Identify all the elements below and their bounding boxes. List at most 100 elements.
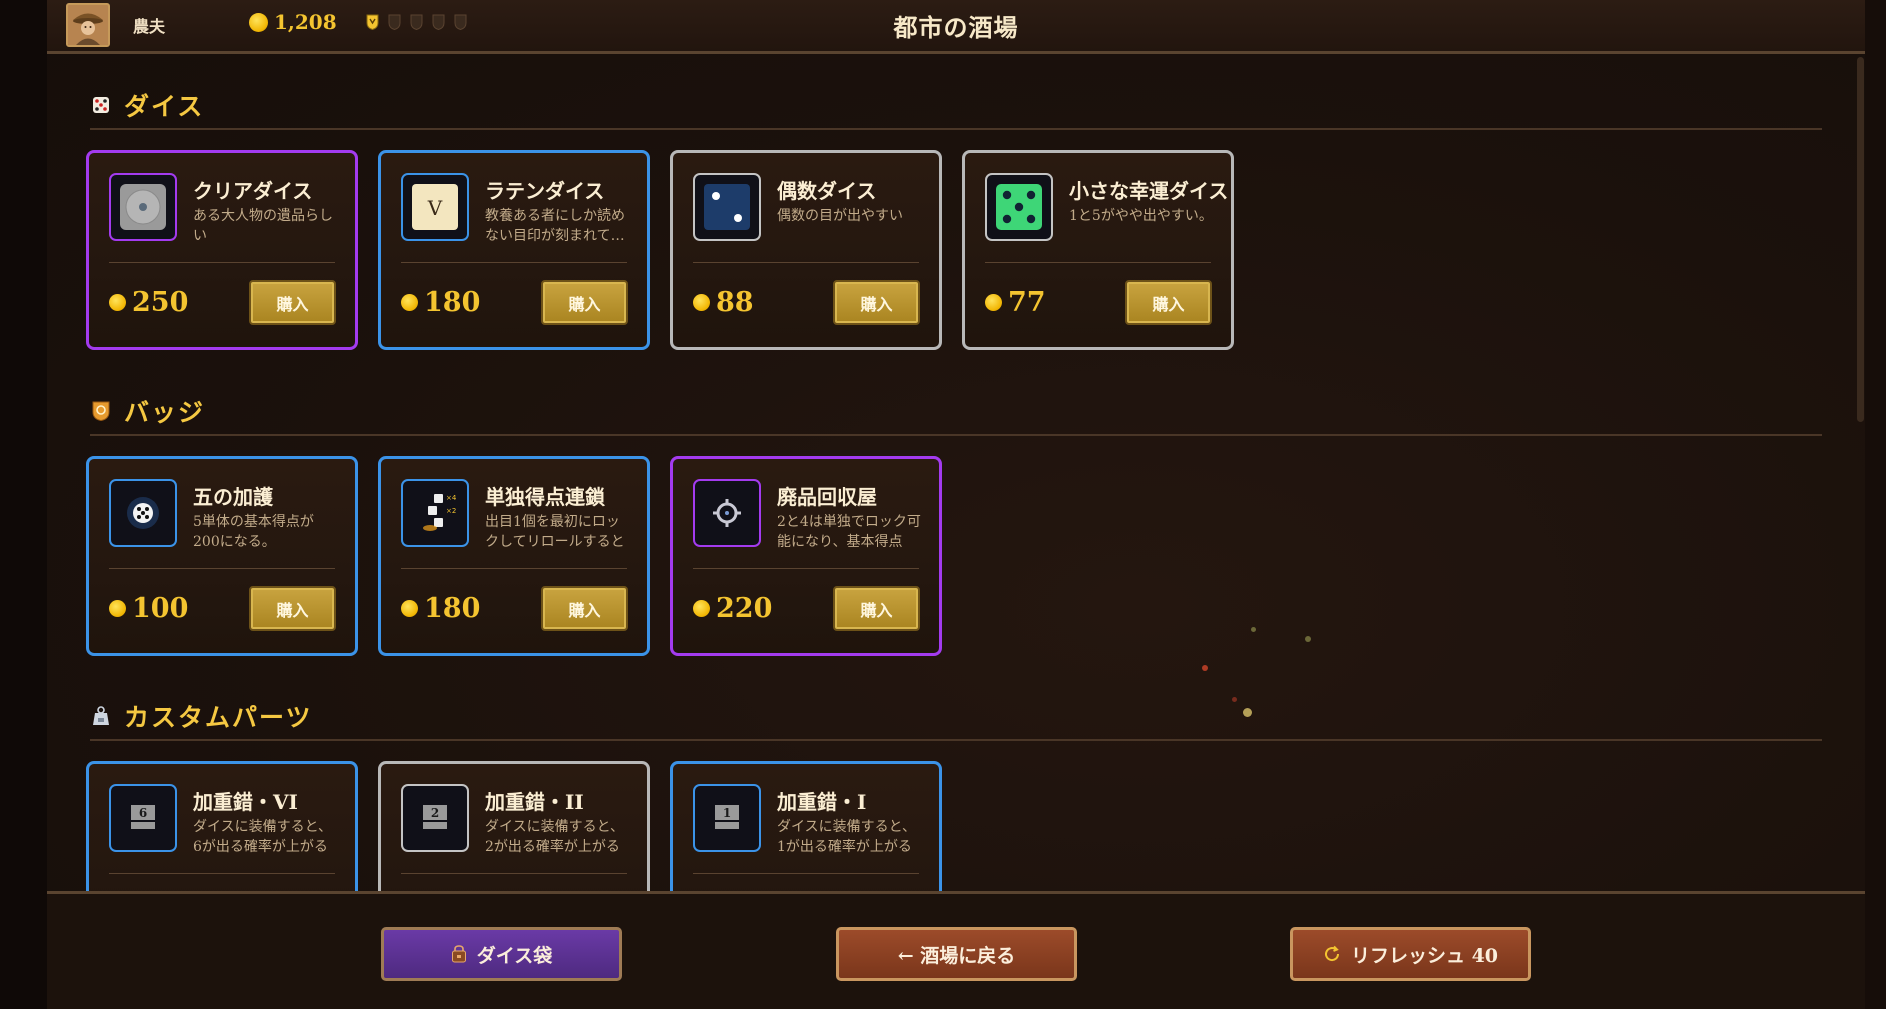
dice-bag-button[interactable]: ダイス袋 [381, 927, 622, 981]
item-name: 加重錯・VI [193, 790, 298, 814]
latin-die-icon: V [401, 173, 469, 241]
coin-icon [693, 294, 710, 311]
dice-bag-label: ダイス袋 [476, 944, 553, 967]
section-custom-parts-header: カスタムパーツ [90, 698, 313, 734]
buy-button[interactable]: 購入 [541, 280, 628, 325]
item-name: 廃品回収屋 [777, 485, 877, 509]
card-divider [109, 873, 335, 874]
shop-card-solo-chain[interactable]: ×4 ×2 単独得点連鎖 出目1個を最初にロックしてリロールすると 180 購入 [378, 456, 650, 656]
weight-2-icon: 2 [401, 784, 469, 852]
top-bar: 農夫 1,208 都市の酒場 [47, 0, 1865, 54]
item-name: ラテンダイス [485, 179, 605, 203]
card-divider [693, 873, 919, 874]
clear-die-icon [109, 173, 177, 241]
latin-glyph: V [427, 196, 443, 220]
price-value: 180 [424, 287, 481, 318]
coin-icon [693, 600, 710, 617]
tavern-shop-screen: 農夫 1,208 都市の酒場 ダイス クリアダイス ある大人物の遺品らしい 25… [47, 0, 1865, 1009]
item-description: 1と5がやや出やすい。 [1069, 208, 1213, 224]
price-value: 77 [1008, 287, 1046, 318]
weight-icon [90, 705, 112, 727]
item-price: 250 [109, 287, 188, 318]
card-divider [109, 262, 335, 263]
buy-button[interactable]: 購入 [833, 586, 920, 631]
multiplier-label: ×4 [446, 494, 457, 502]
even-die-icon [693, 173, 761, 241]
content-scrollbar[interactable] [1857, 57, 1864, 422]
page-title: 都市の酒場 [893, 13, 1019, 42]
back-to-tavern-button[interactable]: ← 酒場に戻る [836, 927, 1077, 981]
weight-6-icon: 6 [109, 784, 177, 852]
item-price: 180 [401, 287, 480, 318]
section-title: ダイス [124, 92, 205, 121]
card-divider [693, 568, 919, 569]
refresh-button[interactable]: リフレッシュ 40 [1290, 927, 1531, 981]
card-divider [401, 262, 627, 263]
shop-card-lucky-dice[interactable]: 小さな幸運ダイス 1と5がやや出やすい。 77 購入 [962, 150, 1234, 350]
card-divider [401, 873, 627, 874]
weight-number: 2 [431, 806, 439, 820]
buy-button[interactable]: 購入 [249, 280, 336, 325]
item-name: 小さな幸運ダイス [1069, 179, 1229, 203]
item-description: ある大人物の遺品らしい [193, 208, 333, 244]
item-price: 100 [109, 593, 188, 624]
shop-card-latin-dice[interactable]: V ラテンダイス 教養ある者にしか読めない目印が刻まれている 180 購入 [378, 150, 650, 350]
buy-button[interactable]: 購入 [541, 586, 628, 631]
section-badge-header: バッジ [90, 393, 205, 429]
shop-card-even-dice[interactable]: 偶数ダイス 偶数の目が出やすい 88 購入 [670, 150, 942, 350]
shop-card-weight-1[interactable]: 1 加重錯・I ダイスに装備すると、1が出る確率が上がる [670, 761, 942, 891]
shop-card-weight-2[interactable]: 2 加重錯・II ダイスに装備すると、2が出る確率が上がる [378, 761, 650, 891]
shop-card-clear-dice[interactable]: クリアダイス ある大人物の遺品らしい 250 購入 [86, 150, 358, 350]
section-divider [90, 128, 1822, 130]
ember-particle [1251, 627, 1256, 632]
price-value: 220 [716, 593, 773, 624]
card-divider [693, 262, 919, 263]
shop-card-five-blessing[interactable]: 五の加護 5単体の基本得点が200になる。 100 購入 [86, 456, 358, 656]
price-value: 88 [716, 287, 754, 318]
item-name: 単独得点連鎖 [485, 485, 605, 509]
item-price: 88 [693, 287, 754, 318]
section-dice-header: ダイス [90, 87, 204, 123]
left-rail [0, 0, 47, 1009]
price-value: 250 [132, 287, 189, 318]
shop-content[interactable]: ダイス クリアダイス ある大人物の遺品らしい 250 購入 V ラテンダイス 教… [47, 57, 1865, 891]
bag-icon [451, 945, 466, 963]
weight-number: 1 [723, 806, 731, 820]
item-description: ダイスに装備すると、6が出る確率が上がる [193, 819, 333, 855]
buy-button[interactable]: 購入 [833, 280, 920, 325]
item-name: 偶数ダイス [777, 179, 877, 203]
buy-button[interactable]: 購入 [1125, 280, 1212, 325]
section-title: バッジ [124, 398, 206, 427]
ember-particle [1202, 665, 1208, 671]
item-description: 5単体の基本得点が200になる。 [193, 514, 314, 550]
item-name: 加重錯・I [777, 790, 867, 814]
scrap-gear-icon [693, 479, 761, 547]
chain-icon: ×4 ×2 [401, 479, 469, 547]
badge-icon [90, 400, 112, 422]
shop-card-weight-6[interactable]: 6 加重錯・VI ダイスに装備すると、6が出る確率が上がる [86, 761, 358, 891]
section-title: カスタムパーツ [124, 703, 313, 732]
back-label: ← 酒場に戻る [897, 944, 1016, 967]
item-name: 五の加護 [193, 485, 273, 509]
item-name: クリアダイス [193, 179, 313, 203]
coin-icon [109, 600, 126, 617]
ember-particle [1232, 697, 1237, 702]
item-description: 偶数の目が出やすい [777, 208, 903, 224]
coin-icon [401, 294, 418, 311]
shop-card-scrap-collector[interactable]: 廃品回収屋 2と4は単独でロック可能になり、基本得点 220 購入 [670, 456, 942, 656]
section-divider [90, 739, 1822, 741]
ember-particle [1305, 636, 1311, 642]
coin-icon [985, 294, 1002, 311]
item-price: 180 [401, 593, 480, 624]
ember-particle [1243, 708, 1252, 717]
coin-icon [401, 600, 418, 617]
card-divider [985, 262, 1211, 263]
buy-button[interactable]: 購入 [249, 586, 336, 631]
card-divider [401, 568, 627, 569]
dice-icon [90, 94, 112, 116]
refresh-label: リフレッシュ 40 [1350, 944, 1499, 967]
item-price: 77 [985, 287, 1046, 318]
lucky-die-icon [985, 173, 1053, 241]
section-divider [90, 434, 1822, 436]
item-description: 出目1個を最初にロックしてリロールすると [485, 514, 625, 550]
